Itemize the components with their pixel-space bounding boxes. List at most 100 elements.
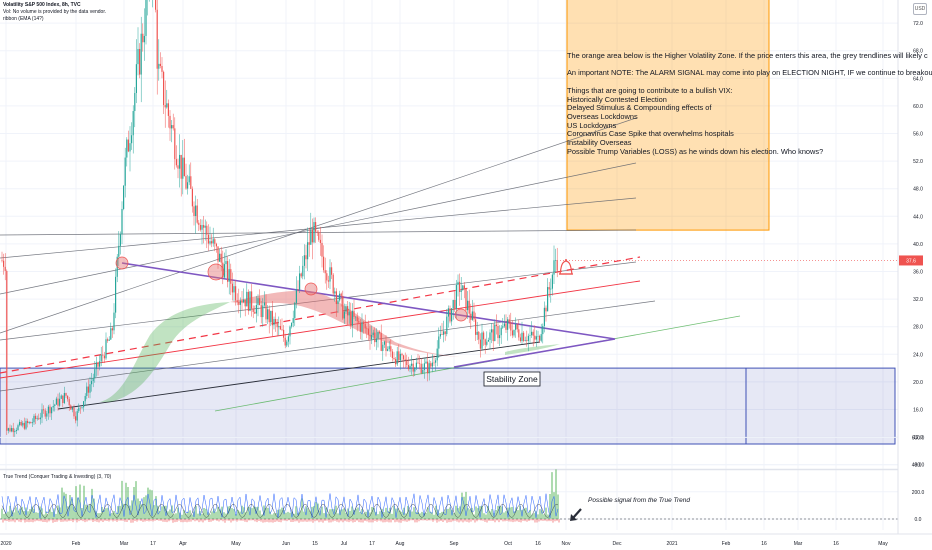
candle-body (513, 329, 515, 336)
candle-body (495, 324, 497, 327)
time-axis-label: Mar (120, 541, 129, 547)
candle-body (19, 421, 21, 426)
candle-body (300, 273, 302, 277)
candle-body (287, 336, 289, 342)
candle-body (131, 135, 133, 144)
time-axis-label: 16 (761, 541, 767, 547)
candle-body (395, 359, 397, 365)
candle-body (383, 341, 385, 345)
candle-body (270, 310, 272, 323)
candle-body (257, 298, 259, 305)
candle-body (244, 299, 246, 307)
candle-body (283, 329, 285, 338)
candle-body (231, 283, 233, 293)
candle-body (51, 407, 53, 414)
time-axis-label: Feb (72, 541, 81, 547)
candle-body (83, 401, 85, 408)
candle-body (428, 363, 430, 374)
candle-body (87, 386, 89, 393)
candle-body (132, 111, 134, 136)
candle-body (182, 157, 184, 179)
candle-body (294, 302, 296, 319)
annotation-line: Things that are going to contribute to a… (567, 85, 733, 95)
candle-body (159, 63, 161, 67)
candle-body (409, 365, 411, 370)
candle-body (113, 312, 115, 331)
candle-body (388, 346, 390, 350)
candle-body (174, 128, 176, 160)
candle-body (380, 332, 382, 351)
candle-body (47, 406, 49, 414)
time-axis-label: Aug (396, 541, 405, 547)
candle-body (67, 395, 69, 400)
price-axis-label: 36.0 (913, 270, 923, 276)
candle-body (209, 241, 211, 244)
candle-body (334, 291, 336, 294)
candle-body (543, 307, 545, 326)
candle-body (471, 311, 473, 320)
candle-body (52, 405, 54, 408)
candle-body (369, 334, 371, 340)
price-axis-label: 72.0 (913, 21, 923, 27)
candle-body (412, 363, 414, 372)
candle-body (39, 417, 41, 420)
candle-body (374, 332, 376, 343)
candle-body (276, 322, 278, 328)
contest-circle (454, 308, 468, 322)
candle-body (327, 280, 329, 282)
candle-body (470, 313, 472, 320)
candle-body (444, 331, 446, 335)
candle-body (487, 339, 489, 342)
candle-body (54, 404, 56, 406)
time-axis-label: Jun (282, 541, 290, 547)
candle-body (62, 395, 64, 404)
candle-body (555, 260, 557, 261)
candle-body (260, 305, 262, 318)
candle-body (196, 205, 198, 223)
stability-zone-label: Stability Zone (486, 374, 538, 384)
price-axis-label: 52.0 (913, 159, 923, 165)
candle-body (46, 413, 48, 417)
candle-body (68, 399, 70, 406)
price-axis-label: 24.0 (913, 352, 923, 358)
candle-body (44, 410, 46, 417)
candle-body (41, 409, 43, 418)
candle-body (343, 311, 345, 319)
candle-body (49, 406, 51, 414)
price-axis-label: 20.0 (913, 380, 923, 386)
candle-body (195, 205, 197, 217)
price-axis-label: 44.0 (913, 214, 923, 220)
candle-body (292, 318, 294, 324)
candle-body (372, 332, 374, 336)
candle-body (326, 273, 328, 281)
currency-scale-button[interactable]: USD (913, 3, 927, 15)
candle-body (227, 261, 229, 282)
candle-body (532, 331, 534, 336)
candle-body (180, 154, 182, 179)
time-axis-label: 15 (312, 541, 318, 547)
candle-body (111, 328, 113, 331)
candle-body (135, 64, 137, 93)
candle-body (511, 330, 513, 336)
candle-body (271, 310, 273, 326)
chart-background (0, 0, 932, 550)
candle-body (535, 336, 537, 340)
candle-body (139, 48, 141, 75)
candle-body (115, 276, 117, 313)
candle-body (540, 334, 542, 341)
candle-body (163, 71, 165, 106)
candle-body (427, 361, 429, 374)
candle-body (422, 370, 424, 374)
candle-body (254, 311, 256, 314)
candle-body (542, 325, 544, 335)
candle-body (339, 293, 341, 301)
candle-body (499, 335, 501, 339)
candle-body (318, 232, 320, 240)
candle-body (36, 418, 38, 420)
candle-body (1, 260, 3, 262)
candle-body (385, 341, 387, 351)
candle-body (81, 407, 83, 408)
candle-body (172, 125, 174, 129)
candle-body (531, 331, 533, 336)
candle-body (161, 66, 163, 72)
